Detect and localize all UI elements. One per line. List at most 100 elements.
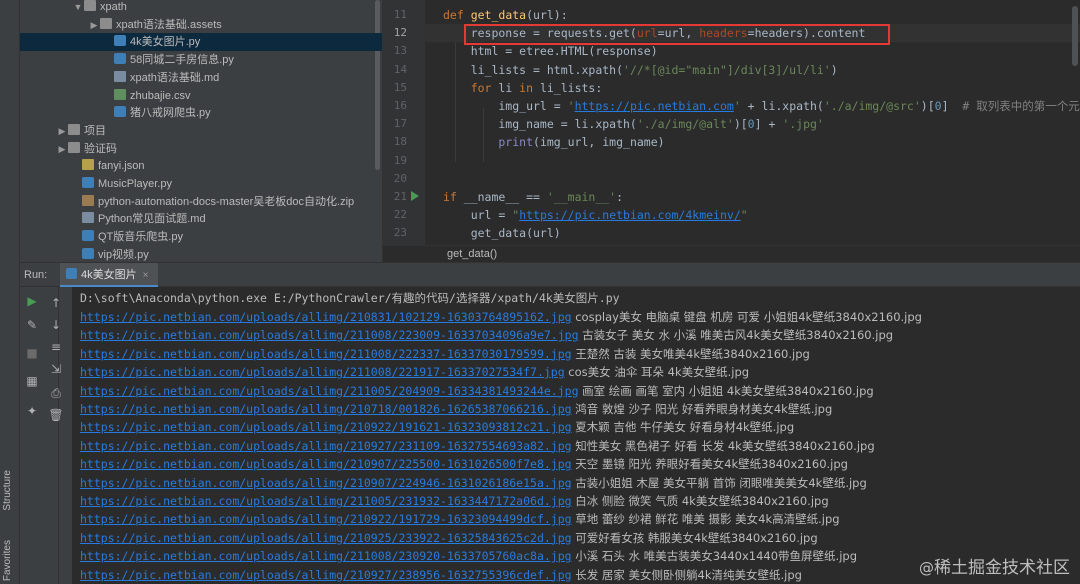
tree-item[interactable]: ▶ 项目	[20, 122, 382, 140]
code-line[interactable]: img_name = li.xpath('./a/img/@alt')[0] +…	[425, 115, 1080, 133]
output-link[interactable]: https://pic.netbian.com/uploads/allimg/2…	[80, 568, 572, 582]
code-token: './a/img/@src'	[823, 99, 921, 113]
tree-item[interactable]: fanyi.json	[20, 157, 382, 175]
watermark-at: @	[919, 559, 934, 577]
csv-icon	[114, 88, 126, 100]
tree-item[interactable]: ▶ 验证码	[20, 140, 382, 158]
code-line[interactable]: url = "https://pic.netbian.com/4kmeinv/"	[425, 206, 1080, 224]
tree-item[interactable]: MusicPlayer.py	[20, 175, 382, 193]
code-line[interactable]: def get_data(url):	[425, 6, 1080, 24]
code-line[interactable]: html = etree.HTML(response)	[425, 42, 1080, 60]
highlight-annotation-box	[464, 24, 890, 45]
code-token: https://pic.netbian.com	[574, 99, 734, 113]
tree-item[interactable]: 4k美女图片.py	[20, 33, 382, 52]
tree-item[interactable]: Python常见面试题.md	[20, 210, 382, 228]
code-token: in	[519, 80, 540, 95]
tree-item[interactable]: xpath语法基础.md	[20, 69, 382, 87]
layout-icon[interactable]: ▦	[24, 373, 40, 389]
code-token: )[	[920, 99, 935, 113]
output-link[interactable]: https://pic.netbian.com/uploads/allimg/2…	[80, 549, 572, 563]
run-tab-label: 4k美女图片	[81, 269, 137, 281]
tree-item[interactable]: zhubajie.csv	[20, 87, 382, 105]
code-token: (url):	[526, 8, 568, 22]
print-icon[interactable]: ⎙	[48, 385, 64, 401]
tree-item[interactable]: 58同城二手房信息.py	[20, 51, 382, 69]
output-link[interactable]: https://pic.netbian.com/uploads/allimg/2…	[80, 384, 579, 398]
output-link[interactable]: https://pic.netbian.com/uploads/allimg/2…	[80, 328, 579, 342]
python-file-icon	[66, 268, 77, 279]
folder-icon	[84, 0, 96, 11]
output-link[interactable]: https://pic.netbian.com/uploads/allimg/2…	[80, 310, 572, 324]
output-link[interactable]: https://pic.netbian.com/uploads/allimg/2…	[80, 476, 572, 490]
run-tab[interactable]: 4k美女图片 ×	[60, 263, 159, 287]
chevron-right-icon[interactable]: ▶	[56, 122, 68, 140]
output-description: 知性美女 黑色裙子 好看 长发 4k美女壁纸3840x2160.jpg	[571, 438, 875, 453]
tree-item-label: 猪八戒网爬虫.py	[130, 107, 211, 120]
code-line[interactable]: print(img_url, img_name)	[425, 133, 1080, 151]
code-line[interactable]	[425, 152, 1080, 170]
pin-icon[interactable]: ✦	[24, 403, 40, 419]
code-line[interactable]: li_lists = html.xpath('//*[@id="main"]/d…	[425, 61, 1080, 79]
stop-icon[interactable]: ■	[24, 345, 40, 361]
tree-item[interactable]: ▼ xpath	[20, 0, 382, 16]
code-token: ] +	[754, 117, 783, 132]
close-icon[interactable]: ×	[143, 270, 149, 281]
wrench-icon[interactable]: ✎	[24, 317, 40, 333]
output-description: 草地 蕾纱 纱裙 鲜花 唯美 摄影 美女4k高清壁纸.jpg	[571, 512, 840, 527]
code-token: url =	[443, 208, 513, 223]
output-link[interactable]: https://pic.netbian.com/uploads/allimg/2…	[80, 457, 572, 471]
output-link[interactable]: https://pic.netbian.com/uploads/allimg/2…	[80, 512, 572, 526]
scroll-to-end-icon[interactable]: ⇲	[48, 361, 64, 377]
tree-item-label: xpath语法基础.assets	[116, 18, 222, 31]
code-token: # 取列表中的第一个元素	[962, 99, 1080, 113]
soft-wrap-icon[interactable]: ≡	[48, 339, 64, 355]
tree-item-label: python-automation-docs-master吴老板doc自动化.z…	[98, 195, 355, 208]
code-token: '.jpg'	[782, 117, 824, 132]
code-token: + li.xpath(	[740, 99, 824, 113]
output-link[interactable]: https://pic.netbian.com/uploads/allimg/2…	[80, 494, 572, 508]
console-output-line: https://pic.netbian.com/uploads/allimg/2…	[80, 345, 810, 364]
code-line[interactable]: get_data(url)	[425, 224, 1080, 242]
console-output-line: https://pic.netbian.com/uploads/allimg/2…	[80, 363, 749, 382]
run-label: Run:	[24, 269, 48, 281]
tree-item[interactable]: vip视频.py	[20, 246, 382, 262]
chevron-right-icon[interactable]: ▶	[88, 16, 100, 34]
output-link[interactable]: https://pic.netbian.com/uploads/allimg/2…	[80, 347, 572, 361]
favorites-tab[interactable]: Favorites	[2, 540, 18, 581]
tree-item[interactable]: ▶ xpath语法基础.assets	[20, 16, 382, 34]
tree-item[interactable]: python-automation-docs-master吴老板doc自动化.z…	[20, 193, 382, 211]
run-gutter-icon[interactable]	[411, 191, 419, 201]
chevron-right-icon[interactable]: ▶	[56, 140, 68, 158]
editor-scrollbar[interactable]	[1072, 6, 1078, 66]
code-line[interactable]	[425, 170, 1080, 188]
console-output-line: https://pic.netbian.com/uploads/allimg/2…	[80, 566, 802, 584]
zip-icon	[82, 194, 94, 206]
watermark-text: 稀土掘金技术社区	[934, 558, 1070, 578]
tree-item[interactable]: QT版音乐爬虫.py	[20, 228, 382, 246]
output-description: 鸿音 敦煌 沙子 阳光 好看养眼身材美女4k壁纸.jpg	[571, 402, 833, 416]
line-number: 15	[393, 80, 407, 94]
structure-tab[interactable]: Structure	[2, 470, 18, 511]
output-link[interactable]: https://pic.netbian.com/uploads/allimg/2…	[80, 439, 572, 453]
console-output-line: https://pic.netbian.com/uploads/allimg/2…	[80, 492, 829, 511]
rerun-icon[interactable]: ▶	[24, 293, 40, 309]
chevron-down-icon[interactable]: ▼	[72, 0, 84, 16]
code-line[interactable]: if __name__ == '__main__':	[425, 188, 1080, 206]
breadcrumb[interactable]: get_data()	[383, 245, 1080, 262]
code-token: :	[616, 190, 624, 204]
output-link[interactable]: https://pic.netbian.com/uploads/allimg/2…	[80, 402, 572, 416]
code-token: '__main__'	[546, 190, 617, 204]
output-link[interactable]: https://pic.netbian.com/uploads/allimg/2…	[80, 420, 572, 434]
output-link[interactable]: https://pic.netbian.com/uploads/allimg/2…	[80, 531, 572, 545]
arrow-down-icon[interactable]: ↓	[48, 317, 64, 333]
code-token: html = etree.HTML(response)	[443, 44, 658, 59]
output-link[interactable]: https://pic.netbian.com/uploads/allimg/2…	[80, 365, 565, 379]
code-line[interactable]: for li in li_lists:	[425, 79, 1080, 97]
trash-icon[interactable]: 🗑	[48, 407, 64, 423]
output-description: 长发 居家 美女侧卧侧躺4k清纯美女壁纸.jpg	[571, 567, 802, 582]
code-line[interactable]: img_url = 'https://pic.netbian.com' + li…	[425, 97, 1080, 115]
run-console[interactable]: D:\soft\Anaconda\python.exe E:/PythonCra…	[72, 287, 1080, 584]
output-description: cos美女 油伞 耳朵 4k美女壁纸.jpg	[564, 365, 750, 380]
arrow-up-icon[interactable]: ↑	[48, 295, 64, 311]
tree-item[interactable]: 猪八戒网爬虫.py	[20, 104, 382, 122]
